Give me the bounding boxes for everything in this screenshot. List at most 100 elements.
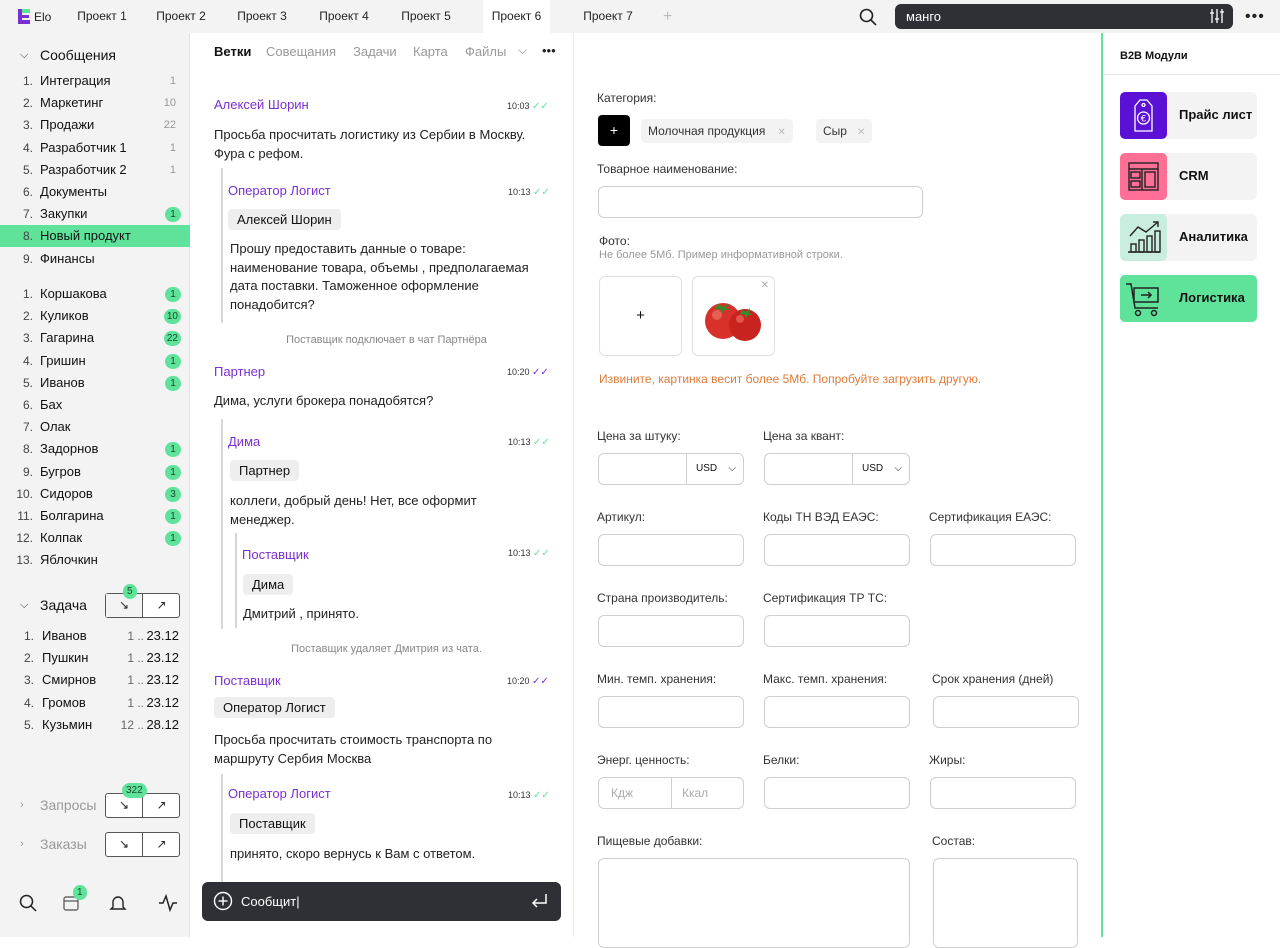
price-unit-input[interactable]: USD ⌵ [598,453,744,485]
composition-textarea[interactable] [933,858,1078,948]
tab-project-4[interactable]: Проект 4 [308,0,380,33]
sidebar-channel-item[interactable]: 2. Маркетинг 10 [0,92,190,114]
task-row[interactable]: 5. Кузьмин 12 .. 28.12 [0,714,190,736]
category-chip[interactable]: Молочная продукция ✕ [641,119,793,143]
energy-kj-input[interactable]: Кдж [598,777,672,809]
sidebar-channel-item[interactable]: 8. Новый продукт [0,225,190,248]
module-crm[interactable]: CRM [1120,153,1257,200]
sidebar-contact-item[interactable]: 11. Болгарина 1 [0,505,190,527]
sidebar-contact-item[interactable]: 8. Задорнов 1 [0,438,190,460]
composer-input[interactable]: Сообщит| [241,894,300,909]
orders-filter-toggle[interactable]: ↘ ↗ [105,832,180,857]
sidebar-contact-item[interactable]: 2. Куликов 10 [0,305,190,327]
outgoing-arrow-icon[interactable]: ↗ [143,794,180,817]
filter-sliders-icon[interactable] [1209,8,1225,24]
mention-chip[interactable]: Алексей Шорин [228,209,341,230]
sidebar-contact-item[interactable]: 10. Сидоров 3 [0,483,190,505]
add-category-button[interactable]: + [598,115,630,146]
close-icon[interactable]: ✕ [777,127,785,138]
tab-project-5[interactable]: Проект 5 [390,0,462,33]
sidebar-contact-item[interactable]: 3. Гагарина 22 [0,327,190,349]
message-author[interactable]: Поставщик [214,673,281,688]
tab-project-3[interactable]: Проект 3 [226,0,298,33]
sidebar-contact-item[interactable]: 12. Колпак 1 [0,527,190,549]
sidebar-channel-item[interactable]: 9. Финансы [0,248,190,270]
chevron-down-icon[interactable]: ⌵ [518,43,527,58]
close-icon[interactable]: ✕ [761,280,769,291]
outgoing-arrow-icon[interactable]: ↗ [143,594,180,617]
more-menu-icon[interactable]: ••• [1245,8,1265,26]
sidebar-contact-item[interactable]: 1. Коршакова 1 [0,283,190,305]
sidebar-channel-item[interactable]: 6. Документы [0,181,190,203]
price-quant-input[interactable]: USD ⌵ [764,453,910,485]
task-row[interactable]: 1. Иванов 1 .. 23.12 [0,625,190,647]
chat-tab-threads[interactable]: Ветки [214,44,251,59]
module-analytics[interactable]: Аналитика [1120,214,1257,261]
close-icon[interactable]: ✕ [857,127,865,138]
activity-icon[interactable] [158,893,178,913]
mention-chip[interactable]: Партнер [230,460,300,481]
task-row[interactable]: 3. Смирнов 1 .. 23.12 [0,669,190,691]
sidebar-contact-item[interactable]: 13. Яблочкин [0,549,190,571]
max-temp-input[interactable] [764,696,910,728]
chat-tab-files[interactable]: Файлы [465,44,506,59]
currency-select[interactable]: USD ⌵ [686,454,744,484]
reply-author[interactable]: Оператор Логист [228,183,331,198]
sidebar-channel-item[interactable]: 3. Продажи 22 [0,114,190,136]
sidebar-channel-item[interactable]: 5. Разработчик 2 1 [0,159,190,181]
task-row[interactable]: 2. Пушкин 1 .. 23.12 [0,647,190,669]
protein-input[interactable] [764,777,910,809]
task-filter-toggle[interactable]: ↘ ↗ [105,593,180,618]
energy-kcal-input[interactable]: Ккал [671,777,744,809]
messages-section-header[interactable]: ⌵ Сообщения [0,43,190,67]
message-author[interactable]: Алексей Шорин [214,97,309,112]
additives-textarea[interactable] [598,858,910,948]
search-input[interactable]: манго [895,4,1233,29]
tab-project-6[interactable]: Проект 6 [483,0,550,33]
task-row[interactable]: 4. Громов 1 .. 23.12 [0,692,190,714]
product-name-input[interactable] [598,186,923,218]
more-icon[interactable]: ••• [542,43,556,58]
tab-project-7[interactable]: Проект 7 [572,0,644,33]
sidebar-channel-item[interactable]: 7. Закупки 1 [0,203,190,225]
sidebar-contact-item[interactable]: 7. Олак [0,416,190,438]
sidebar-channel-item[interactable]: 1. Интеграция 1 [0,70,190,92]
mention-chip[interactable]: Дима [243,574,294,595]
add-attachment-icon[interactable] [213,891,233,911]
reply-author[interactable]: Оператор Логист [228,786,331,801]
country-input[interactable] [598,615,744,647]
outgoing-arrow-icon[interactable]: ↗ [143,833,180,856]
module-logistics[interactable]: Логистика [1120,275,1257,322]
sidebar-contact-item[interactable]: 4. Гришин 1 [0,350,190,372]
bell-icon[interactable] [109,894,127,912]
chat-tab-meetings[interactable]: Совещания [266,44,336,59]
add-photo-button[interactable]: + [599,276,682,356]
add-tab-icon[interactable]: + [663,8,672,26]
fat-input[interactable] [930,777,1076,809]
sidebar-channel-item[interactable]: 4. Разработчик 1 1 [0,137,190,159]
tab-project-2[interactable]: Проект 2 [145,0,217,33]
article-input[interactable] [598,534,744,566]
message-author[interactable]: Партнер [214,364,265,379]
reply-author[interactable]: Поставщик [242,547,309,562]
module-price-list[interactable]: € Прайс лист [1120,92,1257,139]
sidebar-contact-item[interactable]: 6. Бах [0,394,190,416]
category-chip[interactable]: Сыр ✕ [816,119,873,143]
incoming-arrow-icon[interactable]: ↘ [106,594,143,617]
send-enter-icon[interactable] [530,893,548,909]
message-composer[interactable]: Сообщит| [202,882,561,921]
mention-chip[interactable]: Поставщик [230,813,315,834]
sidebar-contact-item[interactable]: 9. Бугров 1 [0,461,190,483]
cert-tr-input[interactable] [764,615,910,647]
tab-project-1[interactable]: Проект 1 [66,0,138,33]
codes-input[interactable] [764,534,910,566]
chat-tab-map[interactable]: Карта [413,44,448,59]
min-temp-input[interactable] [598,696,744,728]
photo-thumbnail[interactable]: ✕ [692,276,775,356]
sidebar-contact-item[interactable]: 5. Иванов 1 [0,372,190,394]
cert-eaes-input[interactable] [930,534,1076,566]
incoming-arrow-icon[interactable]: ↘ [106,833,143,856]
shelf-life-input[interactable] [933,696,1079,728]
mention-chip[interactable]: Оператор Логист [214,697,335,718]
search-icon[interactable] [19,894,37,912]
